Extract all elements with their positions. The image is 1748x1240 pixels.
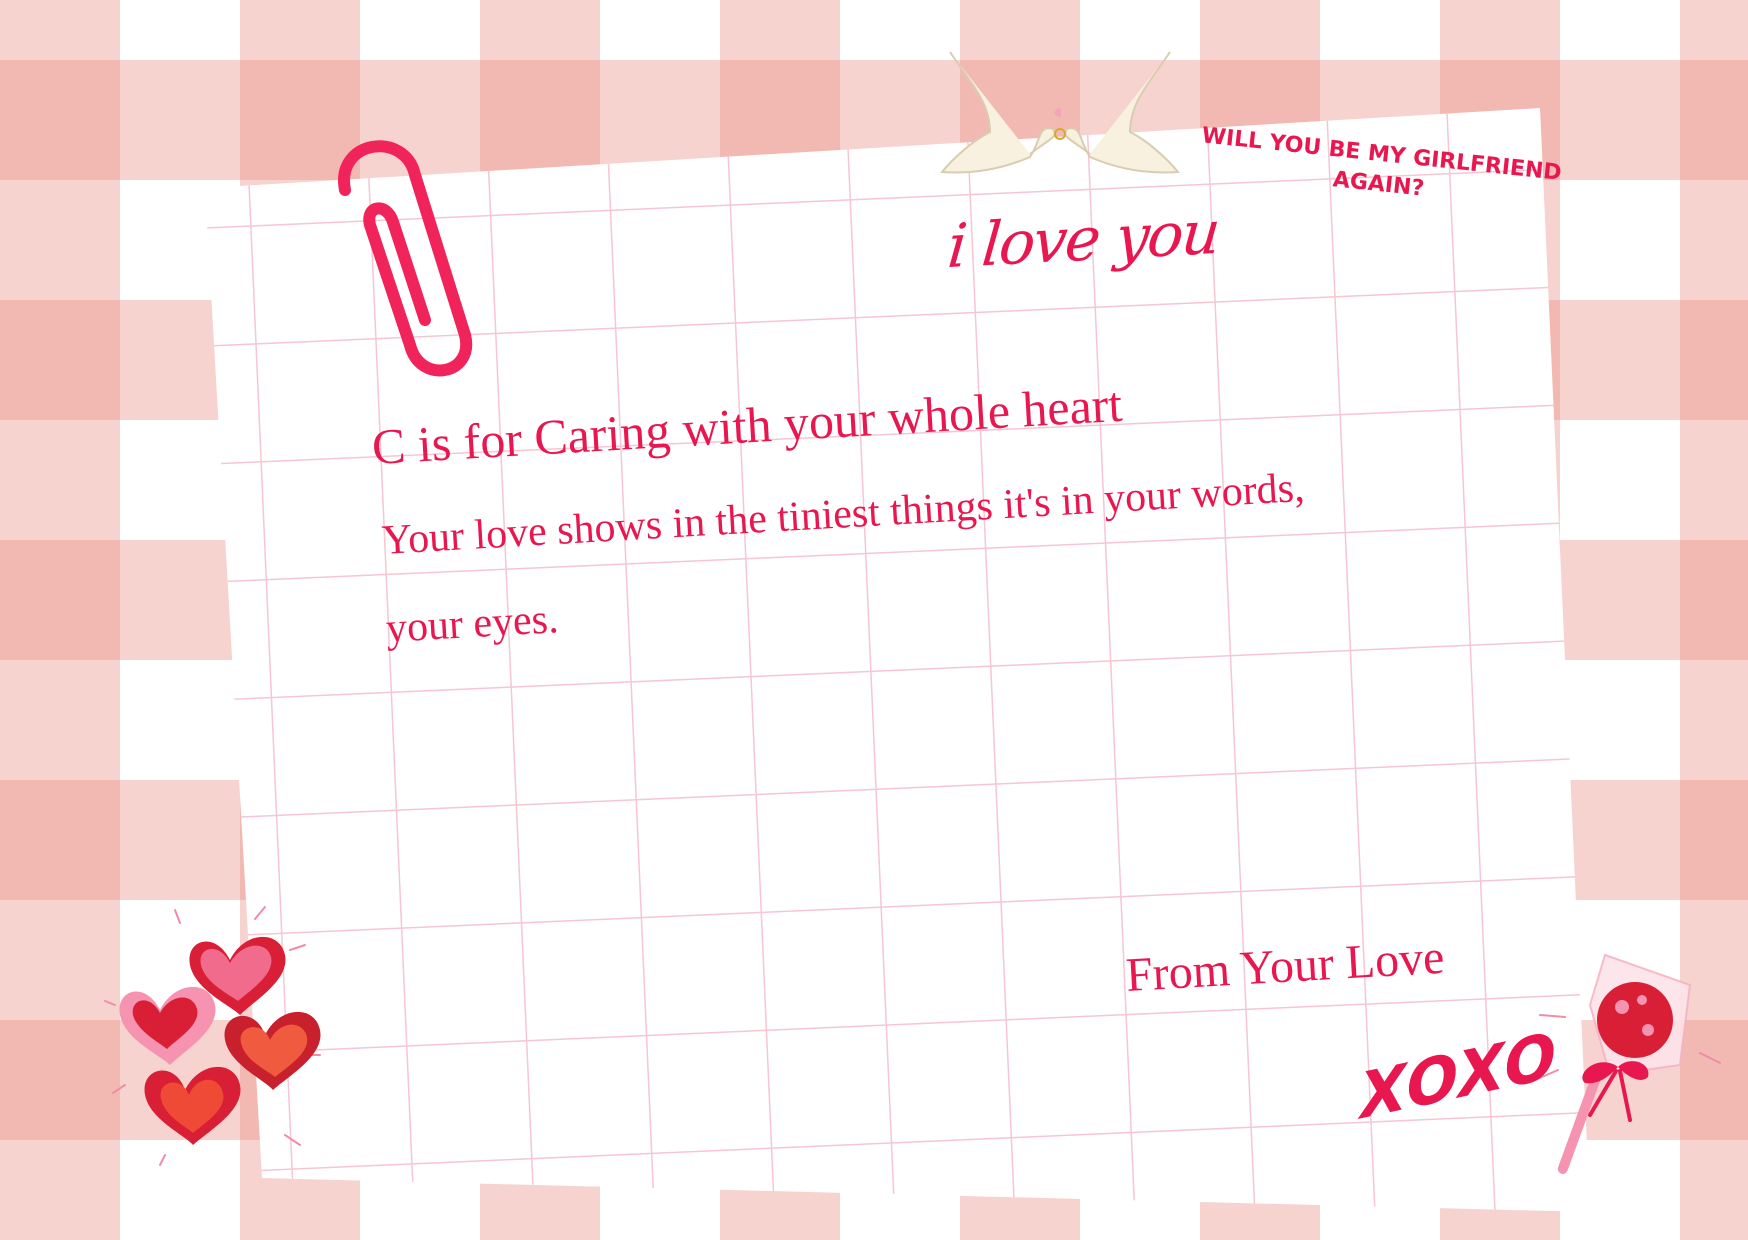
lollipop-icon — [1534, 953, 1721, 1174]
letter-body-line-2: your eyes. — [384, 596, 560, 652]
love-note: i love you — [944, 197, 1222, 283]
paperclip-icon — [338, 140, 473, 377]
candy-hearts-icon — [104, 906, 321, 1166]
doves-icon — [940, 51, 1180, 174]
